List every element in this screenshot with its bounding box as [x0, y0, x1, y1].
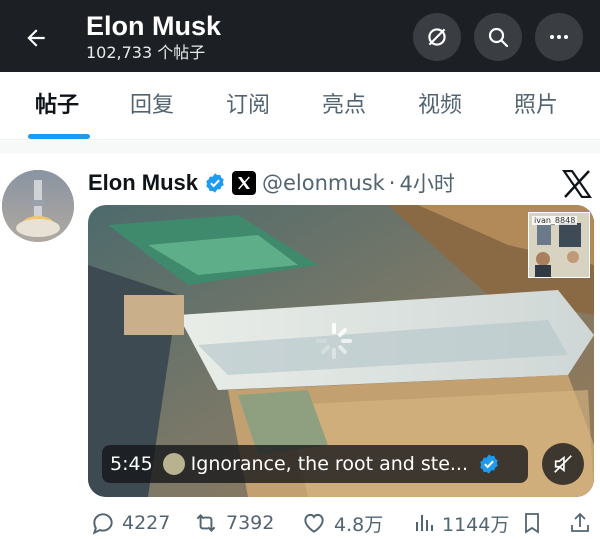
- verified-badge-icon: [480, 454, 498, 474]
- picture-in-picture-thumbnail: ivan_8848: [528, 212, 590, 278]
- video-title[interactable]: Ignorance, the root and ste...: [191, 453, 468, 475]
- views-button[interactable]: 1144万: [412, 508, 509, 538]
- active-tab-indicator: [28, 134, 90, 139]
- channel-avatar: [162, 453, 185, 475]
- notifications-button[interactable]: [413, 13, 461, 61]
- profile-title-block: Elon Musk 102,733 个帖子: [86, 10, 221, 64]
- author-name[interactable]: Elon Musk: [88, 170, 198, 196]
- loading-spinner-icon: [316, 323, 352, 359]
- pip-label: ivan_8848: [532, 216, 578, 225]
- tab-photos[interactable]: 照片: [514, 92, 558, 120]
- divider: [0, 141, 600, 153]
- avatar-image: [2, 170, 74, 242]
- more-icon: [550, 35, 568, 39]
- x-logo-icon: [238, 176, 251, 190]
- reply-count: 4227: [122, 512, 171, 534]
- bar-chart-icon: [416, 515, 433, 531]
- view-count: 1144万: [442, 513, 510, 536]
- author-handle[interactable]: @elonmusk: [262, 171, 385, 195]
- post-count: 102,733 个帖子: [86, 43, 206, 62]
- avatar[interactable]: [2, 170, 74, 242]
- reply-icon: [92, 513, 113, 535]
- separator-dot: ·: [388, 171, 396, 195]
- repost-count: 7392: [226, 512, 275, 534]
- post-author-row: Elon Musk @elonmusk · 4小时: [88, 168, 455, 198]
- repost-icon: [196, 514, 216, 532]
- heart-icon: [304, 513, 324, 533]
- post-time[interactable]: 4小时: [399, 168, 454, 198]
- like-button[interactable]: 4.8万: [300, 508, 383, 538]
- video-duration: 5:45: [110, 453, 153, 475]
- repost-button[interactable]: 7392: [192, 508, 274, 538]
- x-affiliate-badge: [232, 171, 257, 195]
- verified-badge-icon: [206, 173, 224, 193]
- search-button[interactable]: [474, 13, 522, 61]
- tab-subscriptions[interactable]: 订阅: [226, 92, 270, 120]
- mute-button[interactable]: [542, 443, 584, 485]
- tab-videos[interactable]: 视频: [418, 92, 462, 120]
- bookmark-button[interactable]: [520, 508, 544, 538]
- reply-button[interactable]: 4227: [90, 508, 170, 538]
- post-actions: 4227 7392 4.8万 1144万: [88, 508, 600, 538]
- tab-posts[interactable]: 帖子: [35, 92, 79, 120]
- more-button[interactable]: [535, 13, 583, 61]
- profile-name: Elon Musk: [86, 11, 222, 41]
- x-logo-icon: [562, 170, 592, 198]
- arrow-left-icon: [27, 29, 45, 47]
- share-button[interactable]: [568, 508, 592, 538]
- speaker-muted-icon: [554, 455, 572, 473]
- tab-replies[interactable]: 回复: [130, 92, 174, 120]
- subscribe-off-icon: [428, 28, 446, 46]
- bookmark-icon: [525, 513, 539, 534]
- tab-highlights[interactable]: 亮点: [322, 92, 366, 120]
- search-icon: [488, 27, 509, 48]
- like-count: 4.8万: [334, 513, 384, 536]
- video-info-bar: 5:45 Ignorance, the root and ste...: [102, 445, 528, 483]
- profile-header: Elon Musk 102,733 个帖子: [0, 0, 600, 72]
- share-icon: [571, 512, 589, 532]
- profile-tabs: 帖子 回复 订阅 亮点 视频 照片: [0, 72, 600, 140]
- back-button[interactable]: [16, 18, 56, 58]
